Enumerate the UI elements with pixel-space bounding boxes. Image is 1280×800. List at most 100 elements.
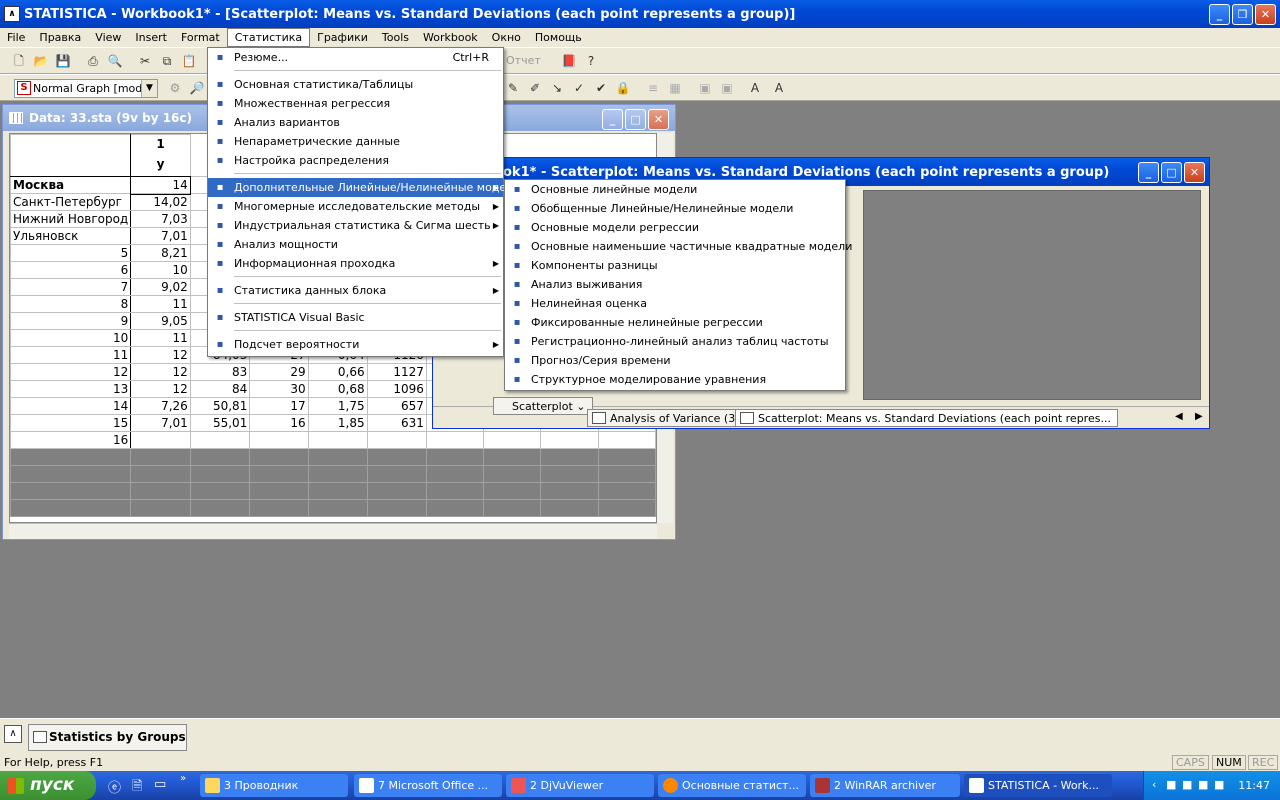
ie-icon[interactable]: ⓔ <box>108 777 121 796</box>
tab-scatterplot-means[interactable]: Scatterplot: Means vs. Standard Deviatio… <box>735 409 1118 427</box>
row-header[interactable]: Нижний Новгород <box>10 210 132 228</box>
scatter-minimize-button[interactable]: _ <box>1138 162 1159 183</box>
cut-icon[interactable]: ✂ <box>136 52 154 70</box>
task-word[interactable]: 7 Microsoft Office ... <box>354 774 502 797</box>
table-cell[interactable]: 7,01 <box>130 414 191 432</box>
close-button[interactable]: ✕ <box>1255 4 1276 25</box>
row-header[interactable]: 12 <box>10 363 132 381</box>
sub-menu-item[interactable]: ▪ Основные наименьшие частичные квадратны… <box>505 237 853 256</box>
start-button[interactable]: пуск <box>0 771 96 800</box>
table-cell[interactable]: 1127 <box>366 363 427 381</box>
row-header[interactable]: 9 <box>10 312 132 330</box>
table-cell[interactable]: 14 <box>129 175 192 195</box>
point-icon[interactable]: ✐ <box>526 79 544 97</box>
data-minimize-button[interactable]: _ <box>602 109 623 130</box>
menu-window[interactable]: Окно <box>485 29 528 46</box>
horizontal-scrollbar[interactable] <box>9 523 657 539</box>
main-menu-item[interactable]: ▪ Дополнительные Линейные/Нелинейные моде… <box>208 178 520 197</box>
data-close-button[interactable]: ✕ <box>648 109 669 130</box>
table-cell[interactable] <box>366 431 427 449</box>
minimized-statistics-by-groups[interactable]: Statistics by Groups -... <box>28 724 187 751</box>
tray-app4-icon[interactable]: ■ <box>1214 778 1224 791</box>
sub-menu-item[interactable]: ▪ Фиксированные нелинейные регрессии <box>505 313 845 332</box>
menu-insert[interactable]: Insert <box>128 29 174 46</box>
sub-menu-item[interactable]: ▪ Основные модели регрессии <box>505 218 845 237</box>
table-cell[interactable]: 16 <box>249 414 309 432</box>
sub-menu-item[interactable]: ▪ Основные линейные модели <box>505 180 845 199</box>
table-cell[interactable]: 12 <box>130 363 191 381</box>
copy-icon[interactable]: ⧉ <box>158 52 176 70</box>
row-header[interactable]: 11 <box>10 346 132 364</box>
document-icon[interactable]: 🗎 <box>132 777 142 799</box>
tray-app2-icon[interactable]: ■ <box>1182 778 1192 791</box>
table-cell[interactable]: 0,66 <box>307 363 368 381</box>
table-cell[interactable]: 83 <box>189 363 251 381</box>
new-file-icon[interactable]: 🗋 <box>10 52 28 70</box>
row-header[interactable]: 15 <box>10 414 132 432</box>
table-cell[interactable] <box>307 431 368 449</box>
task-firefox[interactable]: Основные статист... <box>658 774 806 797</box>
tray-expand-icon[interactable]: ‹ <box>1152 778 1156 791</box>
tray-app3-icon[interactable]: ■ <box>1198 778 1208 791</box>
menu-edit[interactable]: Правка <box>32 29 88 46</box>
brush-icon[interactable]: ✎ <box>504 79 522 97</box>
table-cell[interactable]: 9,05 <box>130 312 191 330</box>
save-icon[interactable]: 💾 <box>54 52 72 70</box>
font-larger-icon[interactable]: A <box>746 79 764 97</box>
table-cell[interactable]: 7,03 <box>130 210 191 228</box>
table-cell[interactable]: 1,75 <box>307 397 368 415</box>
menu-graphs[interactable]: Графики <box>310 29 375 46</box>
table-cell[interactable]: 11 <box>130 329 191 347</box>
layer2-icon[interactable]: ▣ <box>718 79 736 97</box>
table-cell[interactable]: 7,26 <box>130 397 191 415</box>
menu-format[interactable]: Format <box>174 29 227 46</box>
check-icon[interactable]: ✔ <box>592 79 610 97</box>
table-cell[interactable]: 7,01 <box>130 227 191 245</box>
row-header[interactable]: 8 <box>10 295 132 313</box>
table-cell[interactable]: 1096 <box>366 380 427 398</box>
minimize-button[interactable]: _ <box>1209 4 1230 25</box>
table-cell[interactable]: 30 <box>249 380 309 398</box>
sub-menu-item[interactable]: ▪ Нелинейная оценка <box>505 294 845 313</box>
table-cell[interactable]: 29 <box>249 363 309 381</box>
table-cell[interactable]: 50,81 <box>189 397 251 415</box>
task-statistica[interactable]: STATISTICA - Work... <box>964 774 1112 797</box>
row-header[interactable]: Москва <box>10 176 132 194</box>
sub-menu-item[interactable]: ▪ Компоненты разницы <box>505 256 845 275</box>
sub-menu-item[interactable]: ▪ Прогноз/Серия времени <box>505 351 845 370</box>
layer-icon[interactable]: ▣ <box>696 79 714 97</box>
main-menu-item[interactable]: ▪ Анализ мощности <box>208 235 503 254</box>
table-cell[interactable]: 9,02 <box>130 278 191 296</box>
table-cell[interactable]: 10 <box>130 261 191 279</box>
report-label[interactable]: Отчет <box>506 54 541 67</box>
table-cell[interactable] <box>597 431 656 449</box>
sub-menu-item[interactable]: ▪ Структурное моделирование уравнения <box>505 370 845 389</box>
main-menu-item[interactable]: ▪ Подсчет вероятности ▶ <box>208 335 503 354</box>
task-explorer[interactable]: 3 Проводник <box>200 774 348 797</box>
row-header[interactable]: Ульяновск <box>10 227 132 245</box>
chevron-down-icon[interactable]: ⌄ <box>576 400 585 413</box>
main-menu-item[interactable]: ▪ Статистика данных блока ▶ <box>208 281 503 300</box>
main-menu-item[interactable]: ▪ Непараметрические данные <box>208 132 503 151</box>
table-cell[interactable]: 1,85 <box>307 414 368 432</box>
desktop-icon[interactable]: ▭ <box>154 777 166 792</box>
table-cell[interactable]: 55,01 <box>189 414 251 432</box>
grid-icon[interactable]: ▦ <box>666 79 684 97</box>
tab-scroll-right-icon[interactable]: ▶ <box>1195 411 1203 422</box>
graph-area[interactable] <box>863 190 1201 400</box>
col-header-var[interactable]: y <box>130 152 191 177</box>
main-menu-item[interactable]: ▪ Индустриальная статистика & Сигма шесть… <box>208 216 503 235</box>
gear-icon[interactable]: ⚙ <box>166 79 184 97</box>
chevron-down-icon[interactable]: ▼ <box>141 80 157 97</box>
table-cell[interactable] <box>483 431 542 449</box>
open-folder-icon[interactable]: 📂 <box>32 52 50 70</box>
tab-analysis-of-variance[interactable]: Analysis of Variance (33) <box>587 409 754 427</box>
statistica-icon[interactable]: ∧ <box>4 725 22 743</box>
row-header[interactable]: 6 <box>10 261 132 279</box>
table-cell[interactable]: 657 <box>366 397 427 415</box>
main-menu-item[interactable]: ▪ Анализ вариантов <box>208 113 503 132</box>
menu-workbook[interactable]: Workbook <box>416 29 485 46</box>
tray-app1-icon[interactable]: ■ <box>1166 778 1176 791</box>
row-header[interactable]: 13 <box>10 380 132 398</box>
table-cell[interactable] <box>425 431 485 449</box>
